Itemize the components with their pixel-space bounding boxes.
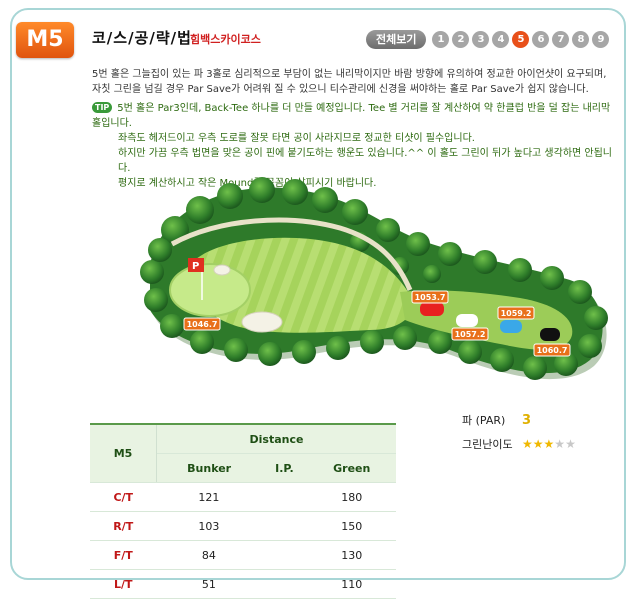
difficulty-row: 그린난이도 ★★★★★ (462, 432, 576, 456)
hole-map: P 1046.7 1053.7 1057.2 1059.2 1060.7 (140, 177, 608, 380)
ip-cell (261, 482, 308, 512)
table-hole-cell: M5 (90, 423, 157, 483)
bunker-cell: 121 (156, 482, 262, 512)
bunker (241, 311, 283, 333)
difficulty-stars: ★★★★★ (522, 437, 576, 451)
hole-7-button[interactable]: 7 (552, 31, 570, 48)
par-row: 파 (PAR) 3 (462, 408, 576, 432)
tee-box-regular (456, 314, 478, 327)
marker-label: 1053.7 (415, 293, 446, 302)
hole-description: 5번 홀은 그늘집이 있는 파 3홀로 심리적으로 부담이 없는 내리막이지만 … (92, 67, 612, 97)
ip-cell (261, 511, 308, 541)
tee-cell: F/T (90, 540, 157, 570)
hole-6-button[interactable]: 6 (532, 31, 550, 48)
table-row: R/T 103 150 (90, 511, 396, 541)
par-label: 파 (PAR) (462, 414, 506, 427)
distance-marker: 1053.7 (411, 290, 449, 304)
green-cell: 180 (307, 482, 396, 512)
page-title: 코/스/공/략/법 (92, 29, 192, 47)
tee-box-champion (420, 302, 444, 316)
column-header: I.P. (261, 453, 308, 483)
hole-1-button[interactable]: 1 (432, 31, 450, 48)
hole-3-button[interactable]: 3 (472, 31, 490, 48)
distance-marker: 1060.7 (533, 343, 571, 357)
description-line: 5번 홀은 그늘집이 있는 파 3홀로 심리적으로 부담이 없는 내리막이지만 … (92, 69, 607, 80)
table-row: C/T 121 180 (90, 482, 396, 512)
table-row: F/T 84 130 (90, 540, 396, 570)
hole-5-button[interactable]: 5 (512, 31, 530, 48)
hole-9-button[interactable]: 9 (592, 31, 610, 48)
course-subtitle: 힘백스카이코스 (190, 33, 261, 46)
hole-navigation: 전체보기 1 2 3 4 5 6 7 8 9 (366, 30, 610, 49)
star-empty-icon: ★ (554, 437, 566, 451)
bunker-cell: 103 (156, 511, 262, 541)
bunker-cell: 84 (156, 540, 262, 570)
hole-badge: M5 (16, 22, 74, 58)
ip-cell (261, 540, 308, 570)
distance-marker: 1057.2 (451, 327, 489, 341)
green-cell: 110 (307, 569, 396, 599)
green-cell: 150 (307, 511, 396, 541)
table-group-header: Distance (156, 423, 396, 454)
star-empty-icon: ★ (565, 437, 576, 451)
star-icon: ★ (543, 437, 555, 451)
difficulty-label: 그린난이도 (462, 438, 513, 451)
marker-label: 1060.7 (537, 346, 568, 355)
ip-cell (261, 569, 308, 599)
star-icon: ★ (532, 437, 544, 451)
marker-label: 1059.2 (501, 309, 532, 318)
column-header: Green (307, 453, 396, 483)
tee-cell: C/T (90, 482, 157, 512)
distance-marker: 1059.2 (497, 306, 535, 320)
flag-label: P (192, 261, 199, 272)
bunker (213, 264, 231, 276)
tee-cell: L/T (90, 569, 157, 599)
par-value: 3 (522, 412, 532, 428)
hole-2-button[interactable]: 2 (452, 31, 470, 48)
distance-table: M5 Distance Bunker I.P. Green C/T 121 18… (90, 423, 396, 599)
hole-8-button[interactable]: 8 (572, 31, 590, 48)
table-row: L/T 51 110 (90, 569, 396, 599)
putting-green (169, 263, 251, 317)
bunker-cell: 51 (156, 569, 262, 599)
marker-label: 1046.7 (187, 320, 218, 329)
hole-info: 파 (PAR) 3 그린난이도 ★★★★★ (462, 408, 576, 456)
marker-label: 1057.2 (455, 330, 486, 339)
green-cell: 130 (307, 540, 396, 570)
tee-box-front (500, 320, 522, 333)
tip-text: 5번 홀은 Par3인데, Back-Tee 하나를 더 만들 예정입니다. T… (92, 103, 611, 129)
view-all-button[interactable]: 전체보기 (366, 30, 427, 49)
tip-line: 좌측도 헤저드이고 우측 도로를 잘못 타면 공이 사라지므로 정교한 티샷이 … (118, 133, 475, 144)
distance-marker: 1046.7 (183, 317, 221, 331)
hole-4-button[interactable]: 4 (492, 31, 510, 48)
description-line: 자칫 그린을 넘길 경우 Par Save가 어려워 질 수 있으니 티수관리에… (92, 84, 589, 95)
tee-box-ladies (540, 328, 560, 341)
tip-line: TIP 5번 홀은 Par3인데, Back-Tee 하나를 더 만들 예정입니다… (92, 101, 612, 131)
tip-badge: TIP (92, 102, 113, 113)
column-header: Bunker (156, 453, 262, 483)
star-icon: ★ (522, 437, 533, 451)
tee-cell: R/T (90, 511, 157, 541)
